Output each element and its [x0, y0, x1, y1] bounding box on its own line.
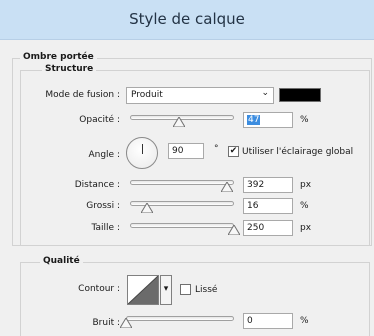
distance-input[interactable]: 392: [243, 177, 293, 193]
title-bar: Style de calque: [0, 0, 374, 40]
smooth-label[interactable]: Lissé: [195, 285, 217, 295]
spread-slider-thumb[interactable]: [140, 203, 153, 213]
opacity-value: 47: [247, 115, 261, 125]
spread-label: Grossi :: [86, 201, 120, 211]
angle-dial[interactable]: [126, 137, 158, 169]
spread-unit: %: [300, 201, 309, 211]
opacity-label: Opacité :: [79, 115, 120, 125]
spread-input[interactable]: 16: [243, 198, 293, 214]
noise-value: 0: [247, 316, 253, 326]
angle-indicator: [142, 144, 143, 154]
blend-mode-value: Produit: [131, 90, 163, 100]
distance-unit: px: [300, 180, 312, 190]
small-arrow-icon: ▾: [163, 284, 169, 294]
quality-title: Qualité: [40, 256, 83, 266]
drop-shadow-title: Ombre portée: [20, 52, 97, 62]
noise-unit: %: [300, 316, 309, 326]
contour-dropdown-button[interactable]: ▾: [160, 275, 172, 305]
check-icon: ✔: [229, 146, 238, 156]
distance-value: 392: [247, 180, 265, 190]
size-slider-track[interactable]: [130, 223, 234, 228]
noise-input[interactable]: 0: [243, 313, 293, 329]
chevron-down-icon: ⌄: [261, 88, 269, 98]
smooth-checkbox[interactable]: [180, 284, 191, 295]
size-unit: px: [300, 223, 312, 233]
structure-title: Structure: [42, 64, 97, 74]
distance-slider-track[interactable]: [130, 180, 234, 185]
contour-label: Contour :: [78, 284, 120, 294]
angle-value: 90: [172, 146, 184, 156]
contour-preview[interactable]: [127, 275, 159, 305]
angle-unit: °: [214, 144, 219, 154]
distance-label: Distance :: [74, 180, 120, 190]
distance-slider-thumb[interactable]: [220, 182, 233, 192]
contour-curve-icon: [128, 276, 158, 304]
opacity-unit: %: [300, 115, 309, 125]
noise-label: Bruit :: [92, 318, 120, 328]
spread-value: 16: [247, 201, 259, 211]
noise-slider-track[interactable]: [126, 316, 234, 321]
angle-input[interactable]: 90: [168, 143, 204, 159]
size-input[interactable]: 250: [243, 220, 293, 236]
opacity-input[interactable]: 47: [243, 112, 293, 128]
angle-label: Angle :: [88, 150, 120, 160]
shadow-color-swatch[interactable]: [279, 88, 321, 102]
size-value: 250: [247, 223, 265, 233]
blend-mode-select[interactable]: Produit ⌄: [126, 87, 274, 104]
noise-slider-thumb[interactable]: [120, 318, 132, 328]
global-light-label[interactable]: Utiliser l'éclairage global: [242, 147, 353, 157]
size-label: Taille :: [91, 223, 120, 233]
opacity-slider-thumb[interactable]: [172, 117, 185, 127]
window-title: Style de calque: [129, 10, 245, 28]
blend-mode-label: Mode de fusion :: [45, 90, 120, 100]
size-slider-thumb[interactable]: [228, 225, 240, 235]
global-light-checkbox[interactable]: ✔: [228, 146, 239, 157]
